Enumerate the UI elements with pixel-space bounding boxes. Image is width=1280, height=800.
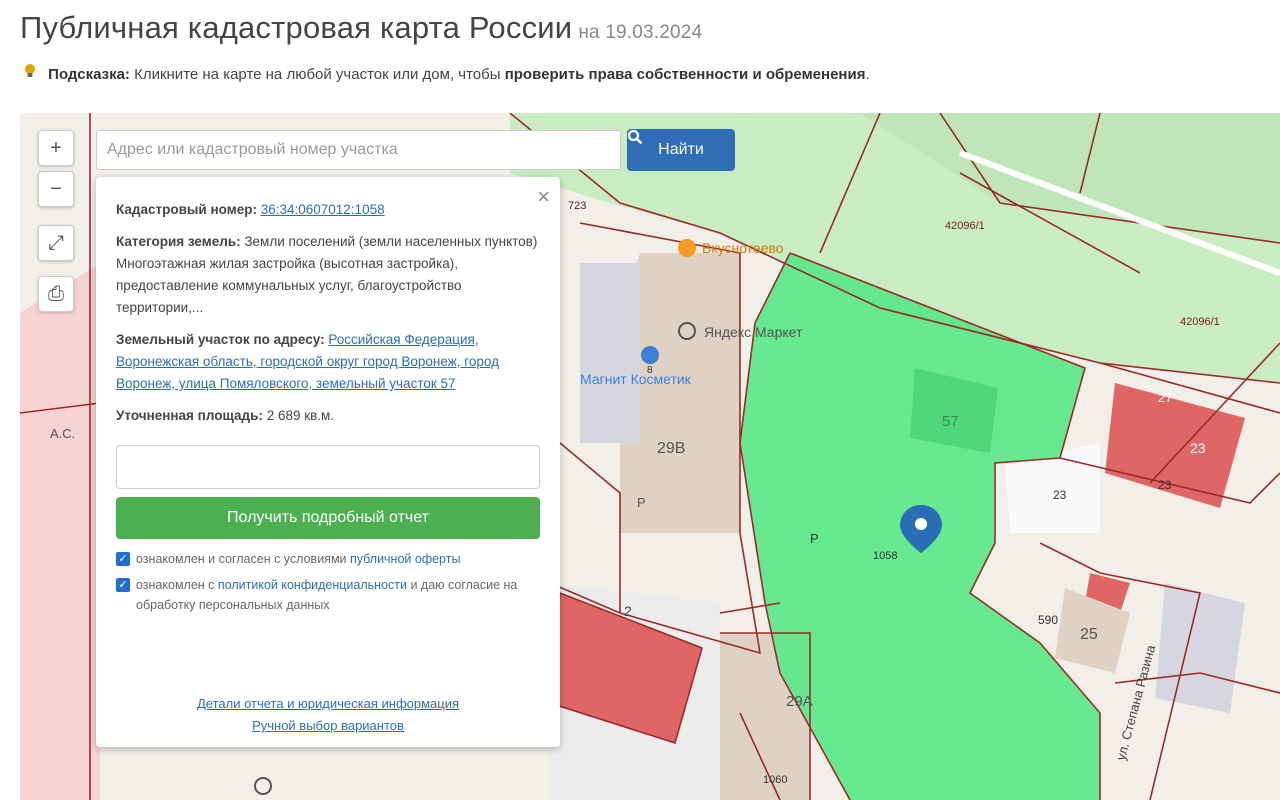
- map-building-right: [1155, 583, 1245, 713]
- consent-privacy-text-wrap: ознакомлен с политикой конфиденциальност…: [136, 575, 542, 615]
- map-label-23b: 23: [1158, 478, 1172, 492]
- poi-food-icon: [678, 239, 696, 257]
- search-button[interactable]: Найти: [627, 129, 735, 171]
- map-label-poi-food: Вкуснотеево: [702, 240, 784, 256]
- map-label-poi-market: Яндекс Маркет: [704, 324, 803, 340]
- lightbulb-icon: [24, 63, 40, 83]
- hint-text: Кликните на карте на любой участок или д…: [134, 66, 501, 83]
- panel-bottom-links: Детали отчета и юридическая информация Р…: [96, 693, 560, 737]
- map-label-pz1: Р: [637, 495, 646, 510]
- map-label-1060: 1060: [763, 774, 788, 786]
- consent-privacy-row: ✓ ознакомлен с политикой конфиденциально…: [116, 575, 542, 615]
- land-category-row: Категория земель: Земли поселений (земли…: [116, 231, 542, 253]
- area-row: Уточненная площадь: 2 689 кв.м.: [116, 405, 542, 427]
- cadastral-map[interactable]: 723 Вкуснотеево Яндекс Маркет Магнит Кос…: [20, 113, 1280, 800]
- consent-privacy-checkbox[interactable]: ✓: [116, 578, 130, 592]
- area-value: 2 689 кв.м.: [266, 408, 335, 423]
- privacy-policy-link[interactable]: политикой конфиденциальности: [218, 578, 407, 592]
- map-label-29b: 29В: [657, 440, 686, 457]
- map-label-590: 590: [1038, 613, 1059, 627]
- page-date: на 19.03.2024: [578, 22, 703, 43]
- close-icon[interactable]: ×: [537, 186, 550, 208]
- map-label-27: 27: [1158, 390, 1173, 405]
- plus-icon: +: [50, 136, 62, 159]
- hint-line: Подсказка: Кликните на карте на любой уч…: [24, 63, 870, 83]
- public-offer-link[interactable]: публичной оферты: [350, 552, 460, 566]
- page-title: Публичная кадастровая карта России на 19.…: [20, 10, 702, 46]
- hint-end: .: [865, 66, 870, 83]
- map-label-57: 57: [942, 413, 959, 430]
- map-label-25: 25: [1080, 626, 1098, 643]
- map-label-42096-1b: 42096/1: [1180, 316, 1220, 328]
- cadastral-number-link[interactable]: 36:34:0607012:1058: [261, 202, 385, 217]
- poi-bottom-icon: [254, 777, 272, 795]
- map-label-23c: 23: [1190, 440, 1206, 456]
- map-label-723: 723: [568, 200, 587, 212]
- map-label-poi-cosmetics: Магнит Косметик: [580, 371, 691, 387]
- address-search-input[interactable]: [96, 130, 621, 170]
- consent-privacy-text: ознакомлен с: [136, 578, 215, 592]
- email-field[interactable]: [116, 445, 540, 489]
- map-area-pink-left: [20, 263, 100, 800]
- consent-offer-row: ✓ ознакомлен и согласен с условиями публ…: [116, 549, 542, 569]
- measure-button[interactable]: ⤢: [38, 225, 74, 261]
- map-label-23a: 23: [1053, 488, 1067, 502]
- land-category-value: Земли поселений (земли населенных пункто…: [244, 234, 538, 249]
- consent-offer-checkbox[interactable]: ✓: [116, 552, 130, 566]
- address-label: Земельный участок по адресу:: [116, 332, 325, 347]
- cadastral-number-label: Кадастровый номер:: [116, 202, 257, 217]
- ruler-icon: ⤢: [48, 231, 64, 254]
- parcel-info-panel: × Кадастровый номер: 36:34:0607012:1058 …: [96, 177, 560, 747]
- get-report-button[interactable]: Получить подробный отчет: [116, 497, 540, 539]
- map-label-29a: 29А: [786, 693, 813, 710]
- search-button-label: Найти: [658, 141, 704, 158]
- hint-bold-text: проверить права собственности и обремене…: [504, 66, 866, 83]
- land-category-label: Категория земель:: [116, 234, 241, 249]
- consent-offer-text: ознакомлен и согласен с условиями: [136, 552, 347, 566]
- consent-offer-text-wrap: ознакомлен и согласен с условиями публич…: [136, 549, 460, 569]
- page-title-text: Публичная кадастровая карта России: [20, 10, 573, 45]
- land-usage-value: Многоэтажная жилая застройка (высотная з…: [116, 256, 462, 315]
- report-details-link[interactable]: Детали отчета и юридическая информация: [96, 693, 560, 715]
- map-label-8: 8: [647, 365, 653, 376]
- map-label-1058: 1058: [873, 550, 898, 562]
- poi-cosmetics-icon: [641, 346, 659, 364]
- hint-label: Подсказка:: [48, 66, 130, 83]
- print-icon: ⎙: [48, 282, 64, 305]
- map-building-red2: [1105, 383, 1245, 508]
- print-button[interactable]: ⎙: [38, 276, 74, 312]
- area-label: Уточненная площадь:: [116, 408, 263, 423]
- cadastral-number-row: Кадастровый номер: 36:34:0607012:1058: [116, 199, 542, 221]
- zoom-out-button[interactable]: −: [38, 171, 74, 207]
- map-building-gray: [580, 263, 640, 443]
- address-row: Земельный участок по адресу: Российская …: [116, 329, 542, 395]
- map-label-as: А.С.: [50, 426, 76, 441]
- map-label-42096-1a: 42096/1: [945, 220, 985, 232]
- manual-selection-link[interactable]: Ручной выбор вариантов: [96, 715, 560, 737]
- minus-icon: −: [50, 177, 62, 200]
- map-label-pz2: Р: [810, 531, 819, 546]
- map-label-2: 2: [624, 603, 632, 619]
- search-icon: [627, 129, 643, 145]
- zoom-in-button[interactable]: +: [38, 130, 74, 166]
